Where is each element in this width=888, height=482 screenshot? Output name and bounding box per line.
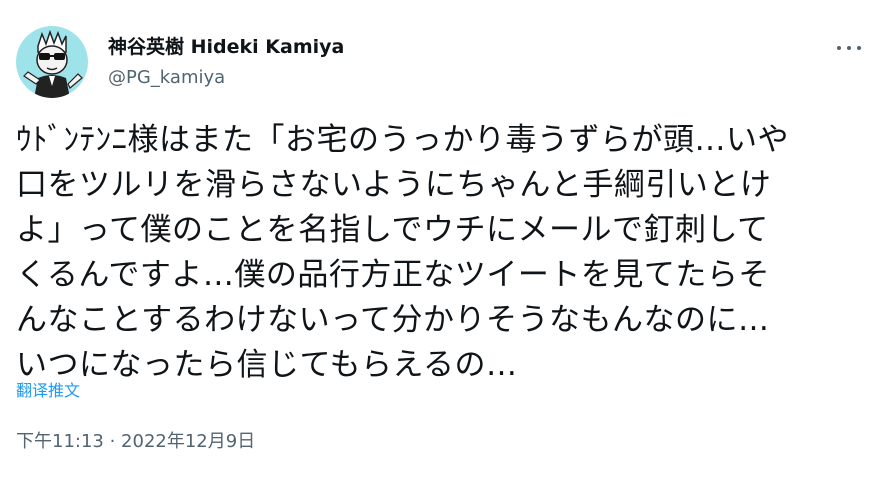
tweet-text-line: ｳﾄﾞﾝﾃﾝﾆ様はまた「お宅のうっかり毒うずらが頭…いや [16,122,789,158]
more-horizontal-icon [837,46,841,50]
tweet-text-line: 口をツルリを滑らさないようにちゃんと手綱引いとけ [16,167,772,203]
translate-tweet-link[interactable]: 翻译推文 [16,380,80,402]
tweet-header: 神谷英樹 Hideki Kamiya @PG_kamiya [16,26,872,102]
more-horizontal-icon-dot [857,46,861,50]
tweet-text-line: よ」って僕のことを名指しでウチにメールで釘刺して [16,212,769,248]
more-horizontal-icon-dot [847,46,851,50]
avatar-illustration [23,29,83,98]
more-options-button[interactable] [834,38,864,58]
author-handle[interactable]: @PG_kamiya [108,66,344,90]
tweet-text-line: くるんですよ…僕の品行方正なツイートを見てたらそ [16,257,770,293]
tweet-text-line: んなことするわけないって分かりそうなもんなのに… [16,302,770,338]
tweet-text-line: いつになったら信じてもらえるの… [16,347,518,383]
author-names: 神谷英樹 Hideki Kamiya @PG_kamiya [108,34,344,90]
tweet-card: 神谷英樹 Hideki Kamiya @PG_kamiya ｳﾄﾞﾝﾃﾝﾆ様はま… [0,0,888,482]
author-display-name[interactable]: 神谷英樹 Hideki Kamiya [108,34,344,60]
avatar[interactable] [16,26,88,98]
tweet-timestamp[interactable]: 下午11:13 · 2022年12月9日 [16,430,255,454]
tweet-text: ｳﾄﾞﾝﾃﾝﾆ様はまた「お宅のうっかり毒うずらが頭…いや 口をツルリを滑らさない… [16,118,872,388]
